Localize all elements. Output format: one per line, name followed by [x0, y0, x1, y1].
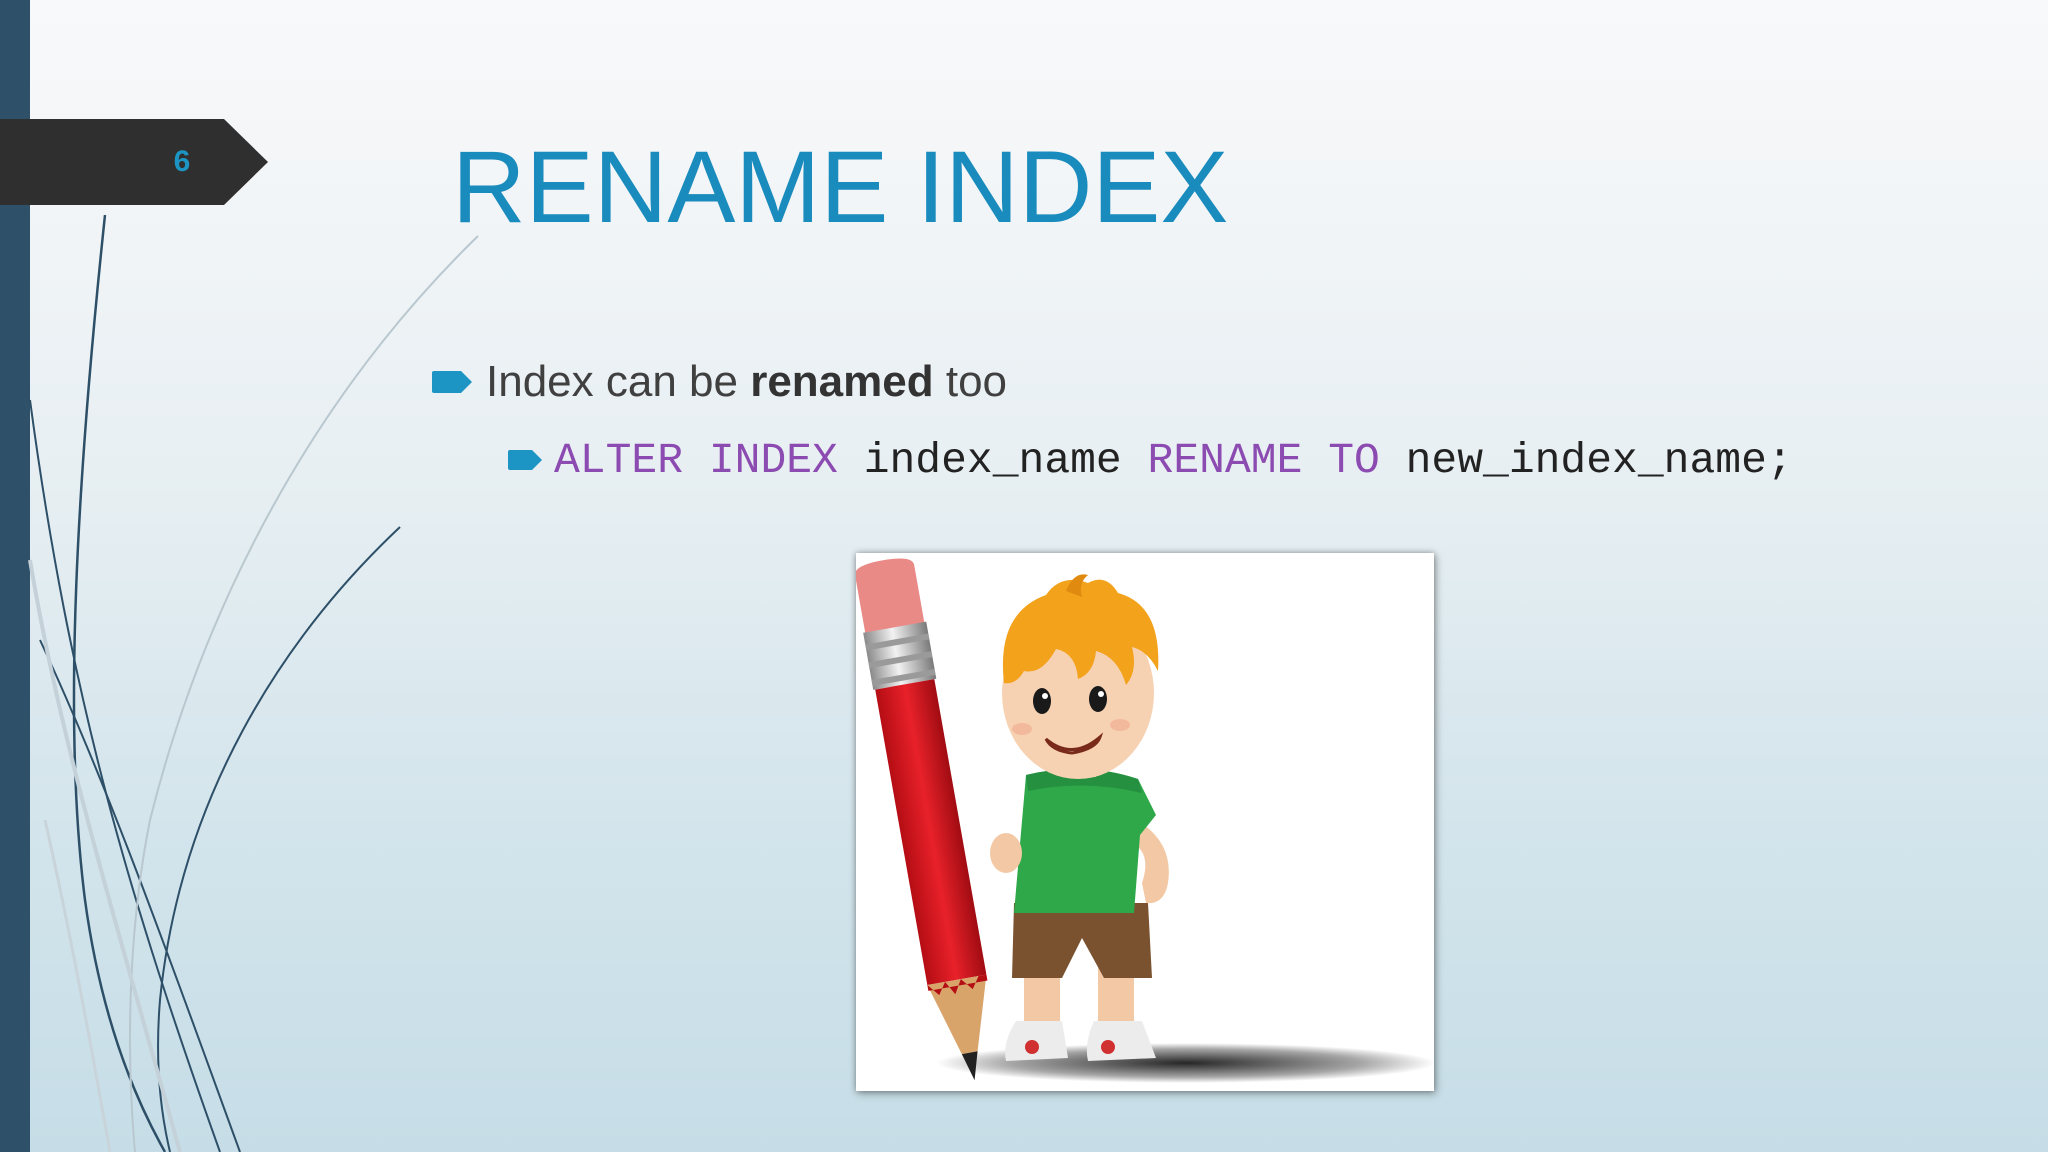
- slide-number: 6: [173, 145, 191, 178]
- sql-identifier-new: new_index_name;: [1405, 435, 1793, 485]
- bullet-text-bold: renamed: [750, 357, 934, 406]
- sql-keyword-rename: RENAME: [1147, 435, 1303, 485]
- slide: 6 RENAME INDEX Index can be renamed too …: [0, 0, 2048, 1152]
- bullet-text: Index can be renamed too: [486, 357, 1007, 407]
- bullet-text-before: Index can be: [486, 357, 751, 406]
- picture-frame: [856, 553, 1434, 1091]
- boy-with-pencil-icon: [856, 558, 1434, 1083]
- arrow-bullet-icon: [508, 450, 542, 470]
- sql-identifier-old: index_name: [863, 435, 1122, 485]
- arrow-bullet-icon: [432, 371, 472, 393]
- slide-title: RENAME INDEX: [452, 130, 1229, 244]
- sql-keyword-to: TO: [1328, 435, 1380, 485]
- sql-keyword-alter: ALTER: [554, 435, 684, 485]
- sql-keyword-index: INDEX: [708, 435, 838, 485]
- slide-number-tab: [0, 119, 268, 205]
- sub-bullet-item: ALTER INDEX index_name RENAME TO new_ind…: [508, 432, 1793, 488]
- bullet-text-after: too: [933, 357, 1008, 406]
- bullet-item: Index can be renamed too: [432, 356, 1007, 408]
- sql-code-line: ALTER INDEX index_name RENAME TO new_ind…: [554, 436, 1793, 485]
